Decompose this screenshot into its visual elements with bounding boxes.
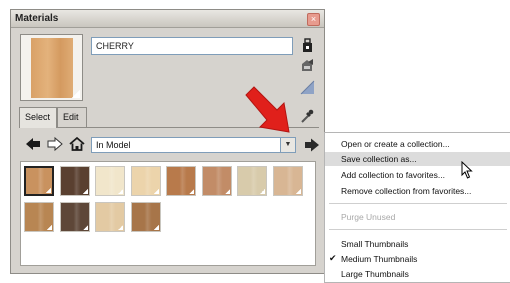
material-swatch[interactable] [201, 166, 232, 196]
menu-separator [329, 203, 507, 204]
menu-item-purge-unused: Purge Unused [325, 210, 510, 224]
menu-item-medium-thumbnails[interactable]: ✔ Medium Thumbnails [325, 252, 510, 266]
material-preview [20, 34, 83, 101]
swatch-corner-icon [189, 189, 194, 194]
swatch-corner-icon [153, 224, 159, 230]
swatch-corner-icon [118, 189, 123, 194]
back-arrow-icon[interactable] [25, 136, 41, 152]
swatch-corner-icon [82, 189, 88, 194]
swatch-corner-icon [82, 224, 88, 230]
menu-item-add-favorites[interactable]: Add collection to favorites... [325, 168, 510, 182]
material-swatch[interactable] [166, 166, 196, 196]
mouse-cursor-icon [461, 161, 473, 179]
materials-panel: Materials × CHERRY Select Edit In Model … [10, 9, 325, 274]
details-arrow-icon[interactable] [304, 137, 320, 153]
menu-item-label: Add collection to favorites... [341, 170, 445, 180]
swatch-corner-icon [47, 224, 52, 230]
paint-bucket-icon[interactable] [299, 37, 315, 53]
material-swatch[interactable] [95, 166, 125, 196]
menu-item-remove-favorites[interactable]: Remove collection from favorites... [325, 184, 510, 198]
checkmark-icon: ✔ [329, 253, 337, 263]
swatch-corner-icon [118, 224, 123, 230]
default-material-icon[interactable] [299, 79, 315, 95]
home-icon[interactable] [69, 136, 85, 152]
swatch-corner-icon [295, 189, 301, 194]
material-swatch[interactable] [237, 166, 267, 196]
material-swatch[interactable] [59, 166, 90, 196]
material-swatch[interactable] [59, 201, 90, 232]
menu-item-small-thumbnails[interactable]: Small Thumbnails [325, 237, 510, 251]
forward-arrow-icon[interactable] [47, 136, 63, 152]
menu-item-label: Save collection as... [341, 154, 417, 164]
material-swatch[interactable] [130, 166, 161, 196]
material-swatch[interactable] [272, 166, 303, 196]
panel-title: Materials [15, 13, 59, 24]
red-arrow-annotation [245, 86, 290, 133]
preview-corner-icon [72, 90, 80, 98]
sample-paint-icon[interactable] [299, 108, 315, 124]
collection-value: In Model [96, 140, 131, 150]
collection-context-menu: Open or create a collection... Save coll… [324, 132, 510, 283]
material-swatch[interactable] [130, 201, 161, 232]
menu-item-label: Medium Thumbnails [341, 254, 418, 264]
menu-separator [329, 229, 507, 230]
swatch-corner-icon [260, 189, 265, 194]
menu-item-label: Large Thumbnails [341, 269, 409, 279]
close-button[interactable]: × [307, 13, 320, 26]
create-material-icon[interactable] [299, 57, 315, 73]
material-swatch[interactable] [95, 201, 125, 232]
menu-item-save-collection[interactable]: Save collection as... [325, 152, 510, 166]
material-swatch[interactable] [24, 201, 54, 232]
menu-item-label: Purge Unused [341, 212, 396, 222]
swatch-corner-icon [46, 188, 51, 193]
menu-item-open-collection[interactable]: Open or create a collection... [325, 137, 510, 151]
menu-item-label: Remove collection from favorites... [341, 186, 472, 196]
title-bar[interactable]: Materials × [11, 10, 324, 28]
material-name-field[interactable]: CHERRY [91, 37, 293, 55]
menu-item-label: Small Thumbnails [341, 239, 409, 249]
material-swatch[interactable] [24, 166, 54, 196]
material-swatch-grid [20, 161, 316, 266]
swatch-corner-icon [153, 189, 159, 194]
tab-edit[interactable]: Edit [57, 107, 87, 127]
tab-select[interactable]: Select [19, 107, 57, 128]
preview-swatch [31, 38, 73, 98]
menu-item-large-thumbnails[interactable]: Large Thumbnails [325, 267, 510, 281]
menu-item-label: Open or create a collection... [341, 139, 450, 149]
collection-dropdown[interactable]: In Model ▼ [91, 137, 296, 153]
swatch-corner-icon [224, 189, 230, 194]
chevron-down-icon[interactable]: ▼ [280, 138, 295, 152]
